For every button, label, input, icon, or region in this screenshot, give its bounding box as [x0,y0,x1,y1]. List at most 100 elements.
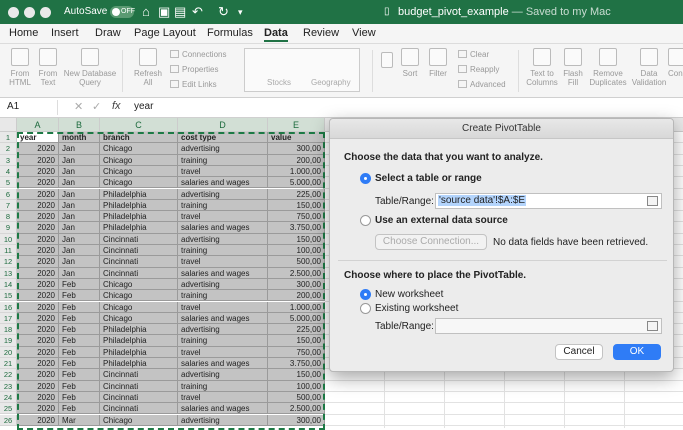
from-text-button[interactable]: From Text [34,48,62,87]
table-cell[interactable]: 750,00 [268,346,325,358]
tab-formulas[interactable]: Formulas [207,27,253,39]
tab-review[interactable]: Review [303,27,339,39]
table-cell[interactable]: Jan [59,154,100,166]
row-header[interactable]: 22 [0,369,17,381]
table-cell[interactable]: 2020 [17,199,59,212]
tab-data[interactable]: Data [264,27,288,42]
range-selector-icon[interactable] [647,196,658,206]
table-cell[interactable]: Chicago [100,301,178,313]
table-cell[interactable]: Cincinnati [100,233,178,245]
table-cell[interactable]: 2020 [17,380,59,392]
table-cell[interactable]: Chicago [100,154,178,166]
connections-button[interactable]: Connections [170,50,226,59]
existing-worksheet-radio[interactable] [360,303,371,314]
print-icon[interactable]: ▤ [174,4,186,20]
table-cell[interactable]: advertising [178,414,268,426]
table-cell[interactable]: 225,00 [268,188,325,200]
table-cell[interactable]: salaries and wages [178,177,268,189]
table-cell[interactable]: Feb [59,369,100,381]
table-cell[interactable]: Chicago [100,312,178,325]
table-cell[interactable]: 100,00 [268,245,325,257]
row-header[interactable]: 23 [0,380,17,392]
table-cell[interactable]: 5.000,00 [268,312,325,325]
existing-worksheet-label[interactable]: Existing worksheet [375,303,458,314]
from-html-button[interactable]: From HTML [6,48,34,87]
new-worksheet-label[interactable]: New worksheet [375,289,443,300]
close-window-button[interactable] [8,7,19,18]
column-header[interactable]: E [268,118,325,132]
table-cell[interactable]: travel [178,165,268,178]
table-cell[interactable]: Feb [59,312,100,325]
tab-insert[interactable]: Insert [51,27,79,39]
customize-toolbar-icon[interactable]: ▾ [238,7,243,18]
remove-duplicates-button[interactable]: Remove Duplicates [588,48,628,87]
table-cell[interactable]: 2.500,00 [268,403,325,415]
table-cell[interactable]: 2020 [17,414,59,426]
table-cell[interactable]: Feb [59,346,100,358]
confirm-entry-icon[interactable]: ✓ [92,100,101,113]
table-cell[interactable]: 2020 [17,256,59,268]
row-header[interactable]: 26 [0,414,17,426]
table-cell[interactable]: Chicago [100,165,178,178]
tab-page-layout[interactable]: Page Layout [134,27,196,39]
table-cell[interactable]: 300,00 [268,143,325,155]
table-cell[interactable]: Jan [59,245,100,257]
table-cell[interactable]: 150,00 [268,369,325,381]
row-header[interactable]: 8 [0,211,17,223]
table-cell[interactable]: 2020 [17,278,59,291]
table-cell[interactable]: 2020 [17,403,59,415]
table-cell[interactable]: Feb [59,403,100,415]
table-cell[interactable]: advertising [178,369,268,381]
new-database-query-button[interactable]: New Database Query [62,48,118,87]
row-header[interactable]: 4 [0,165,17,178]
data-validation-button[interactable]: Data Validation [630,48,668,87]
table-cell[interactable]: training [178,380,268,392]
table-cell[interactable]: 2020 [17,245,59,257]
table-cell[interactable]: training [178,199,268,212]
filter-button[interactable]: Filter [426,48,450,78]
row-header[interactable]: 6 [0,188,17,200]
external-source-label[interactable]: Use an external data source [375,215,508,226]
select-all-corner[interactable] [0,118,17,132]
table-cell[interactable]: Cincinnati [100,245,178,257]
table-cell[interactable]: Chicago [100,143,178,155]
table-cell[interactable]: 2020 [17,391,59,404]
table-cell[interactable]: Cincinnati [100,256,178,268]
table-cell[interactable]: Philadelphia [100,358,178,370]
row-header[interactable]: 11 [0,245,17,257]
redo-icon[interactable]: ↻ [218,4,229,20]
table-cell[interactable]: training [178,335,268,347]
row-header[interactable]: 14 [0,278,17,291]
table-cell[interactable]: Chicago [100,278,178,291]
row-header[interactable]: 1 [0,132,17,144]
table-cell[interactable]: 2020 [17,143,59,155]
tab-home[interactable]: Home [9,27,38,39]
tab-view[interactable]: View [352,27,376,39]
row-header[interactable]: 24 [0,391,17,404]
sort-button[interactable]: Sort [398,48,422,78]
home-icon[interactable]: ⌂ [142,4,150,19]
table-cell[interactable]: 3.750,00 [268,358,325,370]
properties-button[interactable]: Properties [170,65,218,74]
row-header[interactable]: 21 [0,358,17,370]
table-cell[interactable]: Feb [59,278,100,291]
table-cell[interactable]: 2.500,00 [268,267,325,279]
table-cell[interactable]: Feb [59,290,100,302]
table-cell[interactable]: salaries and wages [178,267,268,279]
table-cell[interactable]: advertising [178,143,268,155]
table-cell[interactable]: Chicago [100,177,178,189]
table-cell[interactable]: Mar [59,414,100,426]
undo-icon[interactable]: ↶ [192,4,203,20]
table-cell[interactable]: salaries and wages [178,358,268,370]
tab-draw[interactable]: Draw [95,27,121,39]
table-cell[interactable]: 2020 [17,312,59,325]
insert-function-button[interactable]: fx [112,100,121,112]
table-cell[interactable]: Cincinnati [100,391,178,404]
existing-range-input[interactable] [435,318,662,334]
ok-button[interactable]: OK [613,344,661,360]
table-cell[interactable]: Jan [59,165,100,178]
table-cell[interactable]: Philadelphia [100,346,178,358]
header-cell[interactable]: year [17,132,59,144]
sort-ascending-button[interactable] [378,52,396,71]
table-cell[interactable]: advertising [178,278,268,291]
